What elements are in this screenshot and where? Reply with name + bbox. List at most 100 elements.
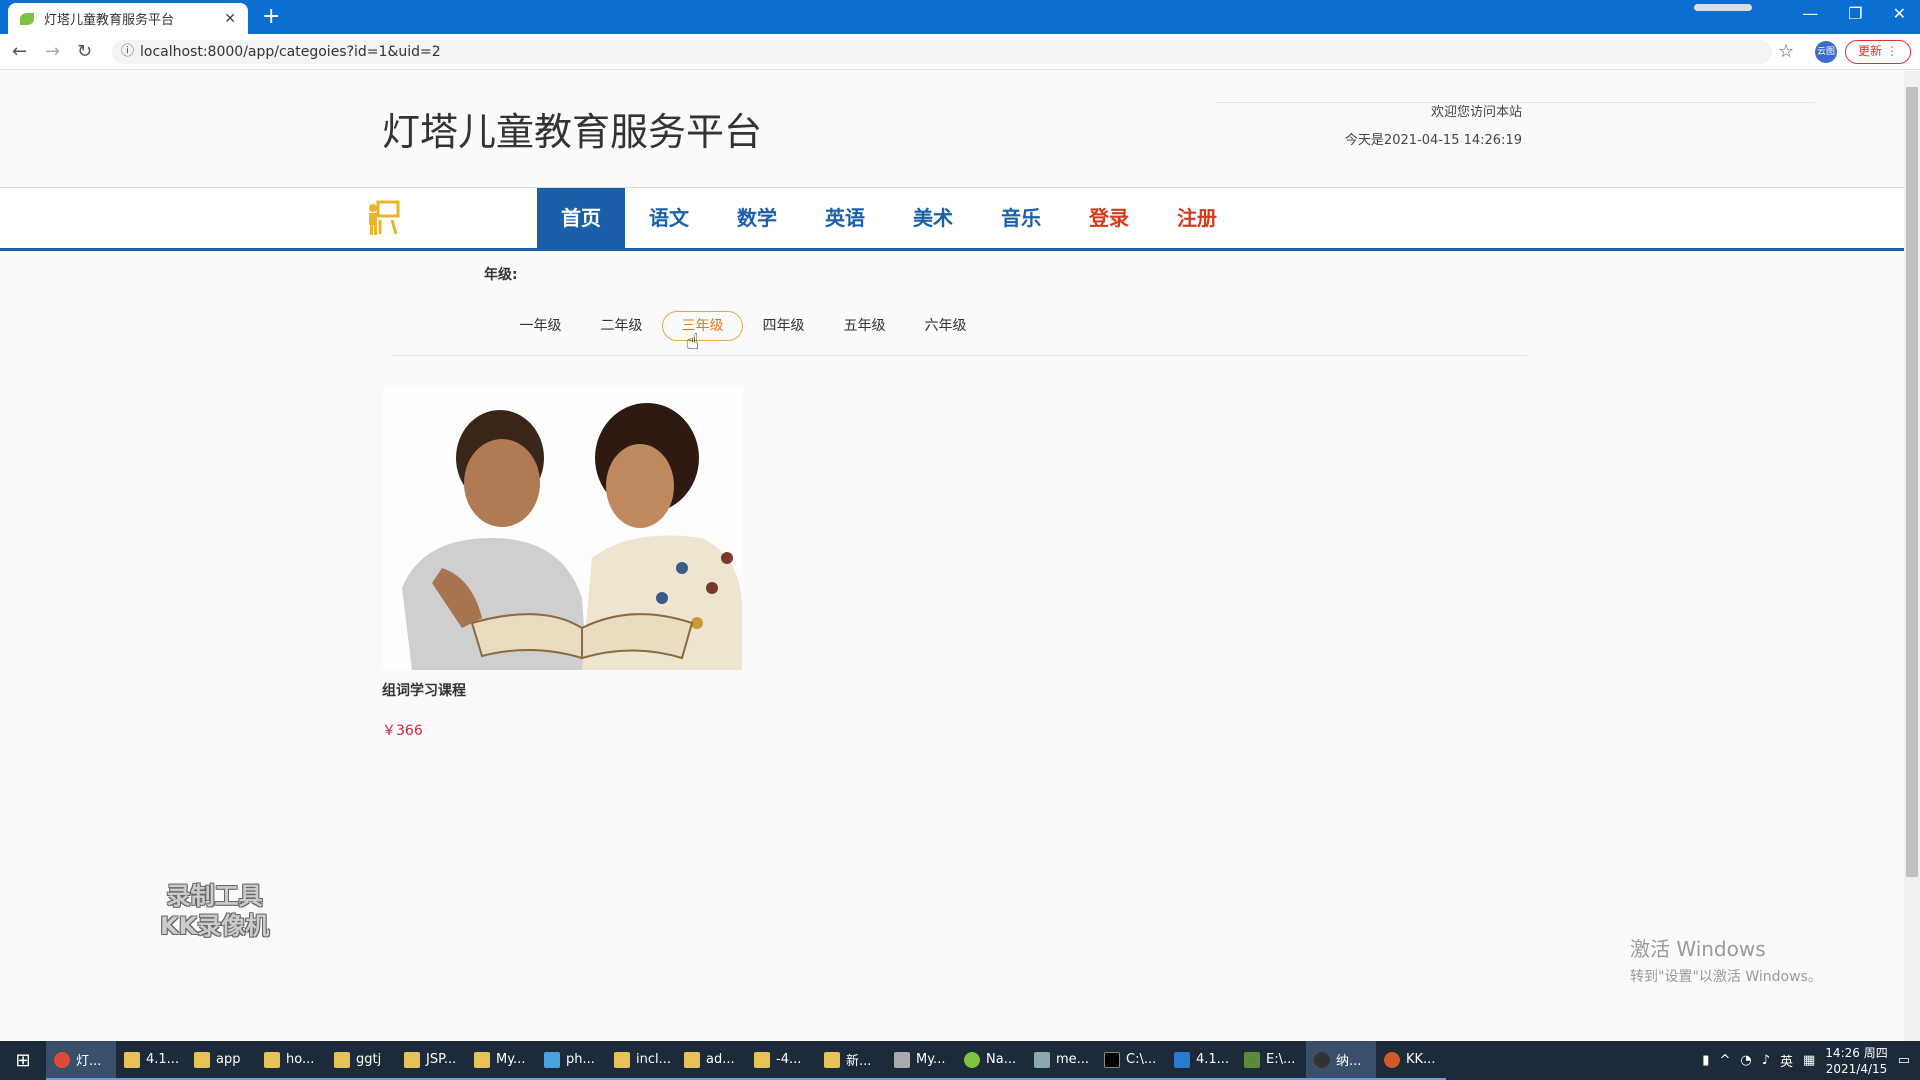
nav-item-music[interactable]: 音乐 <box>977 188 1065 249</box>
watermark-line-1: 录制工具 <box>166 882 263 910</box>
app-icon <box>1314 1051 1330 1068</box>
nav-item-chinese[interactable]: 语文 <box>625 188 713 249</box>
window-controls: — ❐ ✕ <box>1802 4 1906 23</box>
taskbar-item-label: app <box>216 1052 241 1067</box>
nav-item-register[interactable]: 注册 <box>1153 188 1241 249</box>
grade-option-5[interactable]: 五年级 <box>824 311 905 341</box>
taskbar-item[interactable]: app <box>186 1041 256 1080</box>
taskbar-item[interactable]: ad... <box>676 1041 746 1080</box>
app-icon <box>1034 1051 1050 1068</box>
pen-icon <box>894 1051 910 1068</box>
app-icon <box>544 1051 560 1068</box>
taskbar-item-label: 4.1... <box>146 1052 180 1067</box>
grade-option-3[interactable]: 三年级 <box>662 311 743 341</box>
taskbar-item-label: ho... <box>286 1052 315 1067</box>
course-photo[interactable] <box>382 388 742 670</box>
taskbar-item[interactable]: me... <box>1026 1041 1096 1080</box>
battery-icon[interactable]: ▮ <box>1702 1053 1709 1068</box>
leaf-favicon-icon <box>20 12 34 25</box>
taskbar-item[interactable]: 4.1... <box>116 1041 186 1080</box>
taskbar-item-label: -4... <box>776 1052 802 1067</box>
recorder-watermark: 录制工具 KK录像机 <box>160 881 269 941</box>
grade-option-2[interactable]: 二年级 <box>581 311 662 341</box>
new-tab-button[interactable]: + <box>262 5 280 29</box>
browser-tab[interactable]: 灯塔儿童教育服务平台 ✕ <box>8 3 248 34</box>
taskbar-item[interactable]: ho... <box>256 1041 326 1080</box>
nav-item-art[interactable]: 美术 <box>889 188 977 249</box>
grade-filter: 一年级 二年级 三年级 四年级 五年级 六年级 <box>500 311 986 341</box>
site-info-icon[interactable]: ⓘ <box>121 40 134 64</box>
taskbar-item-label: ggtj <box>356 1052 382 1067</box>
page-viewport: 灯塔儿童教育服务平台 欢迎您访问本站 今天是2021-04-15 14:26:1… <box>0 71 1904 1041</box>
page-scrollbar[interactable] <box>1904 71 1920 1041</box>
nav-menu: 首页 语文 数学 英语 美术 音乐 登录 注册 <box>537 188 1241 249</box>
folder-icon <box>474 1051 490 1068</box>
nav-item-login[interactable]: 登录 <box>1065 188 1153 249</box>
minimize-icon[interactable]: — <box>1802 4 1818 23</box>
taskbar-item[interactable]: ph... <box>536 1041 606 1080</box>
site-title: 灯塔儿童教育服务平台 <box>382 110 763 154</box>
taskbar-item[interactable]: incl... <box>606 1041 676 1080</box>
address-toolbar: ← → ↻ ⓘ localhost:8000/app/categoies?id=… <box>0 34 1920 70</box>
taskbar-item[interactable]: 新... <box>816 1041 886 1080</box>
keyboard-icon[interactable]: ▦ <box>1803 1053 1815 1068</box>
update-button[interactable]: 更新 ⋮ <box>1845 40 1911 64</box>
taskbar-item-label: ph... <box>566 1052 595 1067</box>
taskbar-item-label: My... <box>916 1052 946 1067</box>
taskbar-item[interactable]: My... <box>466 1041 536 1080</box>
close-tab-icon[interactable]: ✕ <box>224 11 236 27</box>
bookmark-star-icon[interactable]: ☆ <box>1778 41 1794 62</box>
restore-icon[interactable]: ❐ <box>1848 4 1862 23</box>
welcome-text: 欢迎您访问本站 <box>1430 105 1522 120</box>
terminal-icon <box>1104 1051 1120 1068</box>
taskbar-item[interactable]: 4.1... <box>1166 1041 1236 1080</box>
windows-start-icon[interactable]: ⊞ <box>0 1050 46 1071</box>
nav-item-english[interactable]: 英语 <box>801 188 889 249</box>
navicat-icon <box>964 1051 980 1068</box>
browser-tab-bar: 灯塔儿童教育服务平台 ✕ + — ❐ ✕ <box>0 0 1920 34</box>
filter-divider <box>392 355 1527 356</box>
close-window-icon[interactable]: ✕ <box>1893 4 1906 23</box>
taskbar-item[interactable]: 纳... <box>1306 1041 1376 1080</box>
taskbar-item[interactable]: 灯... <box>46 1041 116 1080</box>
taskbar-item[interactable]: KK... <box>1376 1041 1446 1080</box>
taskbar-item[interactable]: My... <box>886 1041 956 1080</box>
course-name[interactable]: 组词学习课程 <box>382 680 742 700</box>
notification-icon[interactable]: ▭ <box>1898 1053 1910 1068</box>
taskbar-item-label: incl... <box>636 1052 672 1067</box>
nav-item-math[interactable]: 数学 <box>713 188 801 249</box>
ime-indicator[interactable]: 英 <box>1780 1051 1793 1070</box>
volume-icon[interactable]: ♪ <box>1762 1053 1770 1068</box>
grade-option-4[interactable]: 四年级 <box>743 311 824 341</box>
reload-icon[interactable]: ↻ <box>77 41 92 62</box>
taskbar-item[interactable]: C:\... <box>1096 1041 1166 1080</box>
taskbar-item[interactable]: ggtj <box>326 1041 396 1080</box>
update-label: 更新 <box>1858 44 1883 58</box>
taskbar-item-label: 新... <box>846 1054 872 1069</box>
folder-icon <box>264 1051 280 1068</box>
taskbar-item[interactable]: Na... <box>956 1041 1026 1080</box>
taskbar-item-label: Na... <box>986 1052 1017 1067</box>
grade-filter-label: 年级: <box>484 267 518 283</box>
grade-option-1[interactable]: 一年级 <box>500 311 581 341</box>
course-card[interactable]: 组词学习课程 ￥366 <box>382 388 742 740</box>
folder-icon <box>684 1051 700 1068</box>
url-input[interactable]: ⓘ localhost:8000/app/categoies?id=1&uid=… <box>112 40 1772 64</box>
clock-time: 14:26 周四 <box>1825 1045 1888 1060</box>
extension-avatar-icon[interactable]: 云图 <box>1815 41 1837 63</box>
folder-icon <box>404 1051 420 1068</box>
system-clock[interactable]: 14:26 周四 2021/4/15 <box>1825 1045 1887 1077</box>
back-icon[interactable]: ← <box>12 41 27 62</box>
url-text: localhost:8000/app/categoies?id=1&uid=2 <box>140 44 441 60</box>
nav-item-home[interactable]: 首页 <box>537 188 625 249</box>
folder-icon <box>334 1051 350 1068</box>
forward-icon[interactable]: → <box>45 41 60 62</box>
taskbar-item[interactable]: JSP... <box>396 1041 466 1080</box>
folder-icon <box>194 1051 210 1068</box>
scrollbar-thumb[interactable] <box>1906 87 1918 877</box>
taskbar-item[interactable]: -4... <box>746 1041 816 1080</box>
network-icon[interactable]: ◔ <box>1740 1053 1751 1068</box>
taskbar-item[interactable]: E:\... <box>1236 1041 1306 1080</box>
grade-option-6[interactable]: 六年级 <box>905 311 986 341</box>
chevron-up-icon[interactable]: ^ <box>1719 1053 1730 1068</box>
